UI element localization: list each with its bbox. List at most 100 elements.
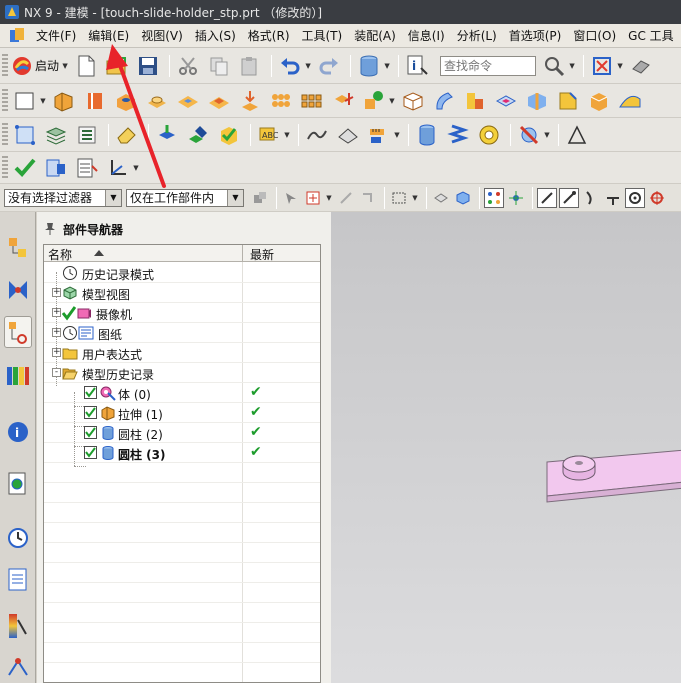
menu-information[interactable]: 信息(I): [402, 26, 451, 46]
menu-assembly[interactable]: 装配(A): [348, 26, 402, 46]
expand-toggle[interactable]: +: [52, 288, 61, 297]
menu-edit[interactable]: 编辑(E): [82, 26, 135, 46]
measure-icon[interactable]: [365, 121, 393, 149]
process-studio-tab[interactable]: [4, 610, 32, 642]
chevron-down-icon[interactable]: ▼: [325, 194, 333, 202]
toolbar-grip[interactable]: [2, 122, 8, 147]
menu-window[interactable]: 窗口(O): [567, 26, 622, 46]
tree-row-history-mode[interactable]: 历史记录模式: [44, 263, 320, 283]
expand-toggle[interactable]: +: [52, 308, 61, 317]
start-button[interactable]: 启动: [35, 57, 59, 74]
expand-toggle[interactable]: +: [52, 328, 61, 337]
collapse-toggle[interactable]: -: [52, 368, 61, 377]
tree-row-model-history[interactable]: - 模型历史记录: [44, 363, 320, 383]
feature-checkbox[interactable]: [84, 386, 97, 399]
extrude-icon[interactable]: [50, 87, 78, 115]
feature-checkbox[interactable]: [84, 426, 97, 439]
snap-endpoint-icon[interactable]: [484, 187, 504, 208]
emboss-icon[interactable]: [236, 87, 264, 115]
chevron-down-icon[interactable]: ▼: [568, 62, 576, 70]
layer-settings-icon[interactable]: [73, 121, 101, 149]
hd3d-tools-tab[interactable]: i: [4, 416, 32, 448]
redo-icon[interactable]: [315, 52, 343, 80]
chevron-down-icon[interactable]: ▼: [393, 131, 401, 139]
section-view-icon[interactable]: [334, 121, 362, 149]
menu-analysis[interactable]: 分析(L): [451, 26, 503, 46]
chevron-down-icon[interactable]: ▼: [132, 164, 140, 172]
chevron-down-icon[interactable]: ▼: [227, 189, 243, 206]
open-file-icon[interactable]: [103, 52, 131, 80]
eraser-icon[interactable]: [113, 121, 141, 149]
chevron-down-icon[interactable]: ▼: [283, 131, 291, 139]
column-divider[interactable]: [242, 245, 243, 262]
reuse-library-tab[interactable]: [4, 360, 32, 392]
history-tab[interactable]: [4, 522, 32, 554]
datum-icon[interactable]: [360, 87, 388, 115]
selection-arrow-icon[interactable]: [281, 188, 301, 208]
search-command-input[interactable]: [440, 55, 537, 76]
menu-file[interactable]: 文件(F): [30, 26, 82, 46]
bounding-box-icon[interactable]: [11, 121, 39, 149]
tree-row-model-views[interactable]: + 模型视图: [44, 283, 320, 303]
pattern-feature-icon[interactable]: [298, 87, 326, 115]
chevron-down-icon[interactable]: ▼: [543, 131, 551, 139]
bearing-icon[interactable]: [475, 121, 503, 149]
paste-icon[interactable]: [236, 52, 264, 80]
hole-icon[interactable]: [112, 87, 140, 115]
unite-icon[interactable]: [329, 87, 357, 115]
feature-checkbox[interactable]: [84, 406, 97, 419]
snap-end-icon[interactable]: [559, 187, 579, 208]
undo-icon[interactable]: [276, 52, 304, 80]
shell-icon[interactable]: [492, 87, 520, 115]
tree-row-camera[interactable]: + 摄像机: [44, 303, 320, 323]
part-navigator-tab[interactable]: [4, 316, 32, 348]
tree-row-body[interactable]: 体 (0) ✔: [44, 383, 320, 403]
menu-preferences[interactable]: 首选项(P): [503, 26, 568, 46]
chevron-down-icon[interactable]: ▼: [383, 62, 391, 70]
expand-toggle[interactable]: +: [52, 348, 61, 357]
menu-format[interactable]: 格式(R): [242, 26, 296, 46]
solid-body-icon[interactable]: [453, 188, 473, 208]
facet-body-icon[interactable]: [431, 188, 451, 208]
surface-icon[interactable]: [616, 87, 644, 115]
cylinder-part-icon[interactable]: [413, 121, 441, 149]
chevron-down-icon[interactable]: ▼: [39, 97, 47, 105]
save-icon[interactable]: [134, 52, 162, 80]
text-annotation-icon[interactable]: ABC: [255, 121, 283, 149]
box-icon[interactable]: [399, 87, 427, 115]
toolbar-grip[interactable]: [2, 88, 8, 113]
snap-curve-icon[interactable]: [581, 188, 601, 208]
selection-filter-dropdown[interactable]: 没有选择过滤器 ▼: [4, 188, 122, 207]
pin-icon[interactable]: [43, 222, 57, 236]
menu-tools[interactable]: 工具(T): [296, 26, 349, 46]
trim-body-icon[interactable]: [461, 87, 489, 115]
revolve-icon[interactable]: [81, 87, 109, 115]
toolbar-grip[interactable]: [2, 53, 8, 78]
nx-menu-logo-icon[interactable]: [8, 27, 26, 45]
chevron-down-icon[interactable]: ▼: [304, 62, 312, 70]
boss-icon[interactable]: [143, 87, 171, 115]
cylinder-display-icon[interactable]: [355, 52, 383, 80]
table-edit-icon[interactable]: [73, 154, 101, 182]
system-materials-tab[interactable]: [4, 564, 32, 596]
draft-icon[interactable]: [585, 87, 613, 115]
sweep-icon[interactable]: [430, 87, 458, 115]
pocket-icon[interactable]: [174, 87, 202, 115]
constraint-navigator-tab[interactable]: [4, 274, 32, 306]
start-icon[interactable]: [11, 52, 33, 80]
tree-row-cylinder-2[interactable]: 圆柱 (2) ✔: [44, 423, 320, 443]
replace-feature-icon[interactable]: [215, 121, 243, 149]
assembly-navigator-tab[interactable]: [4, 232, 32, 264]
section-curve-icon[interactable]: [303, 121, 331, 149]
feature-checkbox[interactable]: [84, 446, 97, 459]
tree-row-extrude[interactable]: 拉伸 (1) ✔: [44, 403, 320, 423]
tree-row-cylinder-3[interactable]: 圆柱 (3) ✔: [44, 443, 320, 463]
toolbar-grip[interactable]: [2, 155, 8, 180]
new-file-icon[interactable]: [72, 52, 100, 80]
move-object-icon[interactable]: [153, 121, 181, 149]
column-latest-header[interactable]: 最新: [250, 246, 274, 263]
render-style-icon[interactable]: [627, 52, 655, 80]
menu-view[interactable]: 视图(V): [135, 26, 189, 46]
search-icon[interactable]: [540, 52, 568, 80]
snap-midpoint-icon[interactable]: [506, 188, 526, 208]
